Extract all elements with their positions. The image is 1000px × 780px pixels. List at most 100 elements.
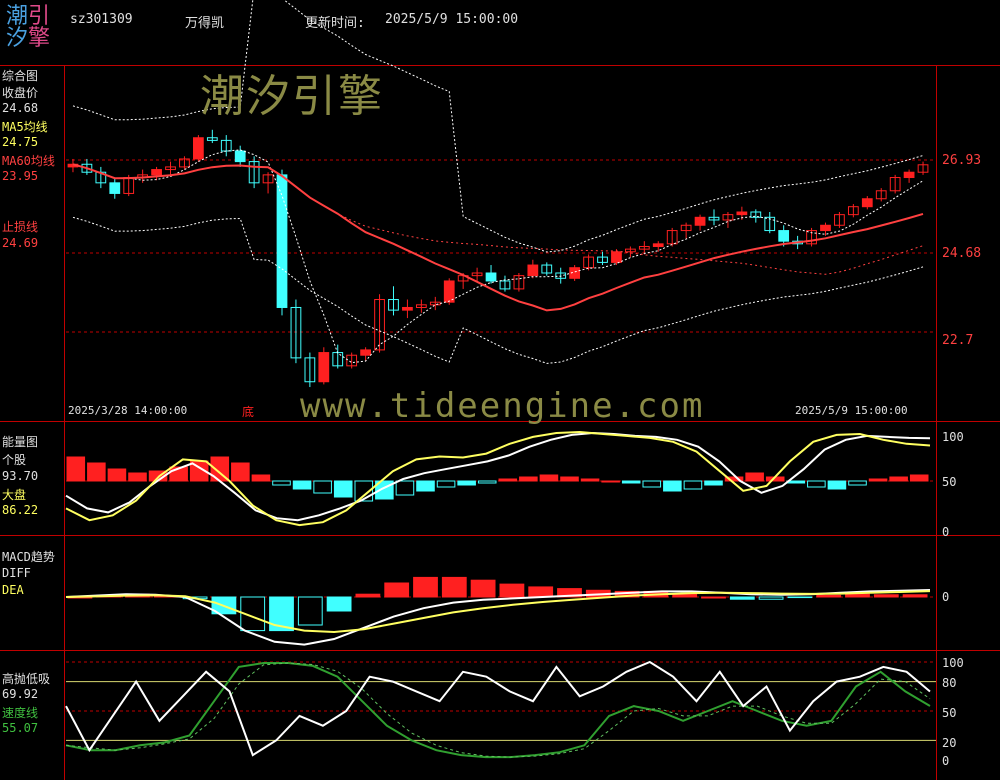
energy-tick-50: 50 bbox=[942, 475, 957, 489]
watermark-brand: 潮汐引擎 bbox=[200, 71, 384, 122]
energy-bar bbox=[519, 476, 538, 482]
osc-speed-line bbox=[65, 662, 931, 759]
candle-body bbox=[694, 216, 706, 226]
osc-speed-avg-line bbox=[65, 662, 931, 758]
stop-label: 止损线 bbox=[2, 220, 39, 234]
price-tick-low: 22.7 bbox=[942, 333, 974, 348]
energy-bar bbox=[333, 480, 353, 498]
candle-body bbox=[903, 171, 915, 179]
candle-body bbox=[360, 349, 371, 356]
osc-speed-value: 55.07 bbox=[2, 721, 39, 735]
macd-hist-bar bbox=[499, 583, 525, 598]
energy-bar bbox=[909, 474, 929, 482]
candle-body bbox=[109, 182, 121, 194]
macd-hist-bar bbox=[470, 579, 496, 598]
candle-body bbox=[527, 264, 539, 277]
energy-bar bbox=[395, 480, 415, 496]
energy-bar bbox=[601, 480, 620, 483]
energy-tick-0: 0 bbox=[942, 525, 950, 539]
macd-hist-bar bbox=[873, 594, 899, 598]
macd-hist-bar bbox=[787, 596, 813, 599]
energy-bar bbox=[745, 472, 764, 482]
candle-body bbox=[485, 272, 497, 282]
energy-bar bbox=[539, 474, 559, 482]
energy-tick-100: 100 bbox=[942, 430, 964, 444]
macd-hist-bar bbox=[816, 594, 842, 598]
candle-body bbox=[652, 243, 664, 247]
macd-hist-bar bbox=[845, 593, 870, 598]
ma5-line bbox=[72, 149, 924, 364]
energy-bar bbox=[477, 480, 497, 484]
macd-dea-label: DEA bbox=[2, 583, 24, 597]
energy-bar bbox=[621, 480, 641, 484]
ma20-line bbox=[72, 163, 924, 312]
candle-body bbox=[151, 169, 162, 176]
energy-market-value: 86.22 bbox=[2, 503, 39, 517]
main-title: 综合图 bbox=[2, 69, 39, 83]
candle-body bbox=[318, 352, 330, 383]
candle-body bbox=[820, 224, 831, 232]
energy-bar bbox=[416, 480, 435, 492]
ma60-label: MA60均线 bbox=[2, 154, 55, 168]
osc-speed-label: 速度线 bbox=[2, 706, 39, 720]
macd-hist-bar bbox=[326, 596, 352, 612]
energy-bar bbox=[827, 480, 847, 490]
energy-bar bbox=[560, 476, 579, 482]
ma60-value: 23.95 bbox=[2, 169, 39, 183]
energy-bar bbox=[580, 478, 600, 482]
energy-bar bbox=[848, 480, 867, 486]
close-label: 收盘价 bbox=[2, 86, 39, 100]
lower-band-line bbox=[72, 216, 924, 364]
macd-hist-bar bbox=[902, 594, 928, 598]
osc-tick-100: 100 bbox=[942, 656, 964, 670]
macd-hist-bar bbox=[758, 596, 784, 600]
energy-bar bbox=[87, 462, 106, 482]
macd-hist-bar bbox=[701, 596, 726, 599]
candle-body bbox=[193, 137, 204, 160]
energy-bar bbox=[272, 480, 291, 486]
date-end: 2025/5/9 15:00:00 bbox=[795, 404, 908, 417]
osc-tick-80: 80 bbox=[942, 676, 957, 690]
energy-bar bbox=[663, 480, 682, 492]
osc-main-line bbox=[65, 660, 931, 757]
bottom-mark: 底 bbox=[242, 405, 255, 419]
osc-value: 69.92 bbox=[2, 687, 39, 701]
close-value: 24.68 bbox=[2, 101, 39, 115]
energy-bar bbox=[642, 480, 662, 488]
osc-tick-20: 20 bbox=[942, 736, 957, 750]
price-tick-mid: 24.68 bbox=[942, 246, 982, 261]
energy-bar bbox=[704, 480, 723, 486]
energy-stock-value: 93.70 bbox=[2, 469, 39, 483]
macd-hist-bar bbox=[355, 593, 381, 598]
candle-body bbox=[402, 306, 413, 311]
energy-bar bbox=[292, 480, 312, 490]
ma5-value: 24.75 bbox=[2, 135, 39, 149]
energy-bar bbox=[128, 472, 147, 482]
watermark-url: www.tideengine.com bbox=[300, 386, 705, 426]
stop-value: 24.69 bbox=[2, 236, 39, 250]
macd-hist-bar bbox=[528, 586, 554, 598]
macd-hist-bar bbox=[413, 576, 438, 598]
energy-bar bbox=[498, 478, 518, 482]
date-start: 2025/3/28 14:00:00 bbox=[68, 404, 188, 417]
energy-bar bbox=[889, 476, 908, 482]
energy-bar bbox=[66, 456, 86, 482]
energy-bar bbox=[807, 480, 826, 488]
macd-hist-bar bbox=[384, 582, 410, 598]
osc-title: 高抛低吸 bbox=[2, 672, 51, 686]
candle-body bbox=[861, 198, 873, 208]
macd-hist-bar bbox=[441, 576, 467, 598]
energy-bar bbox=[683, 480, 703, 490]
energy-bar bbox=[457, 480, 476, 486]
energy-bar bbox=[868, 478, 888, 482]
energy-bar bbox=[436, 480, 456, 488]
ma5-label: MA5均线 bbox=[2, 120, 48, 134]
ma60-line bbox=[72, 163, 924, 275]
energy-stock-label: 个股 bbox=[2, 453, 27, 467]
macd-hist-bar bbox=[297, 596, 323, 626]
macd-diff-label: DIFF bbox=[2, 566, 31, 580]
candle-body bbox=[234, 150, 246, 163]
osc-tick-0: 0 bbox=[942, 754, 950, 768]
candle-body bbox=[611, 251, 622, 263]
energy-bar bbox=[313, 480, 332, 494]
